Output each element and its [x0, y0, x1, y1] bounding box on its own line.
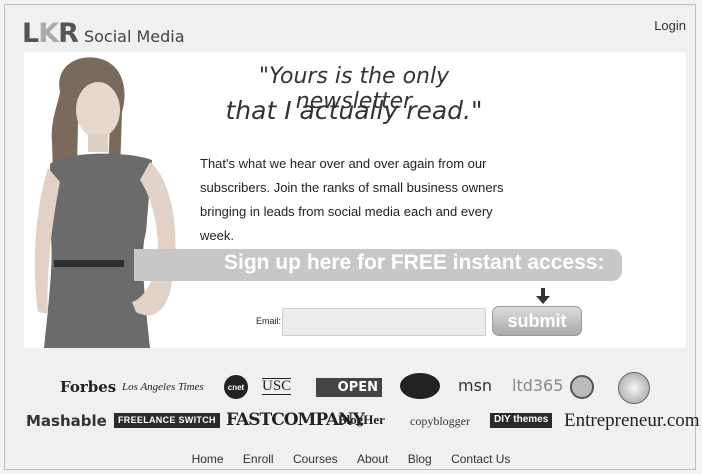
- amex-open-logo: OPEN: [316, 378, 382, 397]
- cnet-logo: cnet: [224, 375, 248, 399]
- nav-about[interactable]: About: [357, 452, 388, 466]
- copyblogger-logo: copyblogger: [410, 414, 470, 428]
- hero-section: "Yours is the only newsletter that I act…: [24, 52, 686, 348]
- blogher-logo: BlogHer: [338, 412, 385, 427]
- diy-themes-logo: DIY themes: [490, 413, 553, 428]
- entrepreneur-logo: Entrepreneur.com: [564, 410, 700, 431]
- press-logos-row-2: Mashable FREELANCE SWITCH FASTCOMPANY Bl…: [0, 406, 702, 438]
- nav-contact[interactable]: Contact Us: [451, 452, 510, 466]
- freelance-switch-logo: FREELANCE SWITCH: [114, 413, 220, 428]
- mashable-logo: Mashable: [26, 412, 107, 430]
- award-seal-icon: [618, 372, 650, 404]
- logo-letter-r: R: [58, 18, 79, 49]
- hero-body-text: That's what we hear over and over again …: [200, 156, 504, 243]
- woman-photo: [24, 52, 206, 348]
- submit-button[interactable]: submit: [492, 306, 582, 336]
- la-times-logo: Los Angeles Times: [122, 381, 204, 393]
- footer-nav: Home Enroll Courses About Blog Contact U…: [0, 452, 702, 466]
- badge-icon: [570, 375, 594, 399]
- logo-letter-l: L: [22, 18, 39, 49]
- logo-subtitle: Social Media: [83, 27, 185, 46]
- logo-letter-k: K: [38, 18, 59, 49]
- email-field[interactable]: [282, 308, 486, 336]
- msn-logo: msn: [458, 376, 493, 395]
- signup-banner-text: Sign up here for FREE instant access:: [224, 251, 605, 274]
- down-arrow-icon: [536, 288, 550, 304]
- login-link[interactable]: Login: [654, 18, 686, 33]
- email-label: Email:: [256, 316, 282, 326]
- nav-home[interactable]: Home: [192, 452, 224, 466]
- quote-line-2: that I actually read.": [225, 96, 483, 125]
- nav-enroll[interactable]: Enroll: [243, 452, 274, 466]
- forbes-logo: Forbes: [60, 378, 117, 396]
- usc-logo: USC: [262, 378, 292, 395]
- nav-blog[interactable]: Blog: [408, 452, 432, 466]
- ltd365-logo: ltd365: [512, 376, 564, 395]
- nav-courses[interactable]: Courses: [293, 452, 338, 466]
- site-logo[interactable]: L K R Social Media: [22, 18, 185, 49]
- white-house-seal-icon: [400, 373, 440, 399]
- press-logos-row-1: Forbes Los Angeles Times cnet USC OPEN m…: [0, 372, 702, 404]
